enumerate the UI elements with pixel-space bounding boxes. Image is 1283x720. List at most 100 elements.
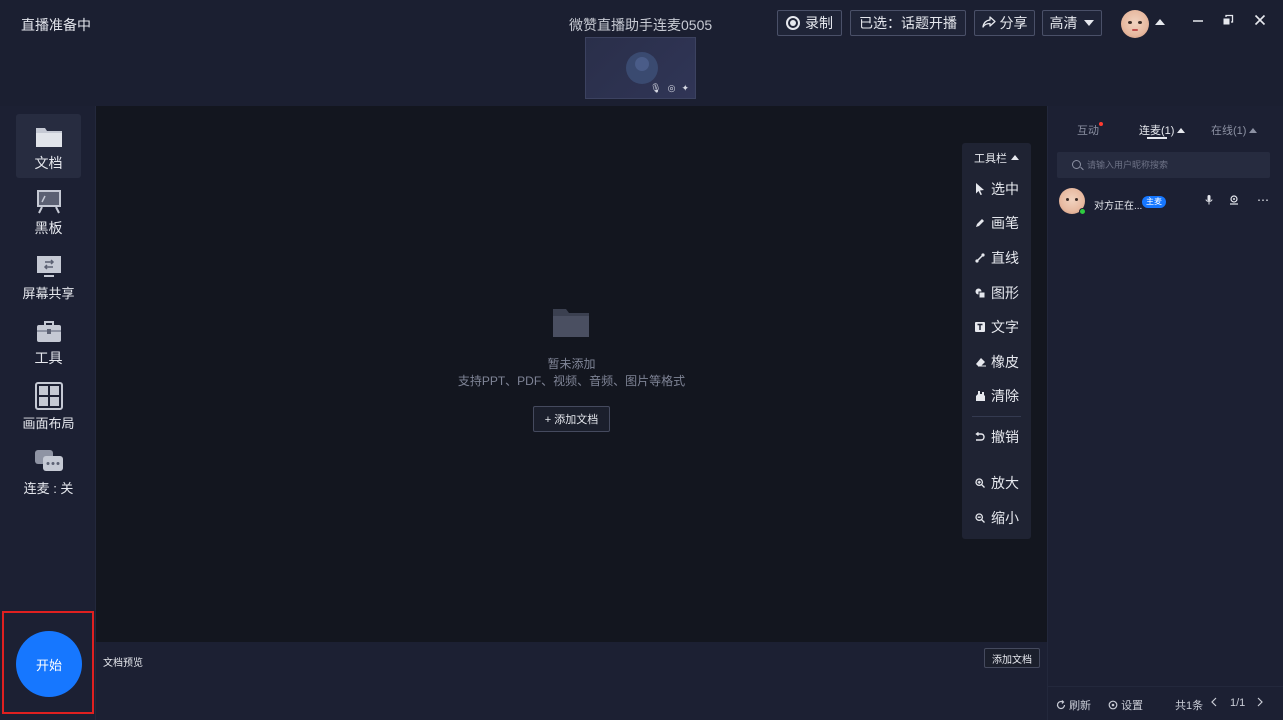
total-count: 共1条 [1175, 700, 1204, 712]
quality-dropdown[interactable]: 高清 [1042, 10, 1102, 36]
empty-state-title: 暂未添加 [547, 357, 596, 371]
close-button[interactable] [1250, 12, 1270, 32]
prev-page-button[interactable] [1211, 697, 1217, 710]
sidebar-item-layout[interactable]: 画面布局 [16, 374, 81, 438]
user-search-input[interactable] [1057, 152, 1270, 178]
document-canvas: 暂未添加 支持PPT、PDF、视频、音频、图片等格式 + 添加文档 [96, 106, 1047, 642]
tool-zoom-out[interactable]: 缩小 [962, 506, 1031, 530]
chat-bubble-icon [34, 450, 63, 471]
text-icon [974, 321, 986, 333]
camera-preview[interactable]: 🎙 ◎ ✦ [585, 37, 696, 99]
undo-icon [974, 431, 986, 443]
layout-icon [34, 382, 63, 410]
more-icon[interactable]: ⋯ [1257, 193, 1269, 207]
restore-button[interactable] [1218, 12, 1238, 32]
right-panel-footer: 刷新 设置 共1条 1/1 [1047, 686, 1283, 720]
sidebar-item-documents[interactable]: 文档 [16, 114, 81, 178]
user-name: 对方正在... [1094, 201, 1143, 212]
share-icon [981, 15, 996, 31]
tool-text[interactable]: 文字 [962, 315, 1031, 339]
gear-icon [1108, 700, 1118, 710]
caret-up-icon[interactable] [1155, 19, 1165, 25]
share-button[interactable]: 分享 [974, 10, 1035, 36]
tool-select[interactable]: 选中 [962, 177, 1031, 201]
drawing-toolbar: 工具栏 选中 画笔 直线 图形 文字 橡皮 清除 撤销 放大 缩小 [962, 143, 1031, 539]
user-avatar[interactable] [1121, 10, 1149, 38]
line-icon [974, 252, 986, 264]
page-indicator: 1/1 [1230, 697, 1246, 709]
zoom-in-icon [974, 477, 986, 489]
chevron-down-icon [1083, 20, 1094, 26]
tool-line[interactable]: 直线 [962, 246, 1031, 270]
settings-button[interactable]: 设置 [1108, 697, 1143, 713]
live-assistant-window: 直播准备中 微赞直播助手连麦0505 录制 已选：话题开播 分享 高清 🎙 ◎ … [0, 0, 1283, 720]
record-button[interactable]: 录制 [777, 10, 842, 36]
document-preview-label: 文档预览 [103, 658, 143, 669]
camera-icon[interactable] [1229, 195, 1239, 208]
tool-undo[interactable]: 撤销 [962, 425, 1031, 449]
toolbar-divider [972, 416, 1021, 417]
share-label: 分享 [999, 15, 1028, 31]
refresh-icon [1056, 700, 1066, 710]
role-badge: 主麦 [1142, 196, 1166, 208]
tab-co-host[interactable]: 连麦(1) [1139, 122, 1186, 138]
next-page-button[interactable] [1257, 697, 1263, 710]
camera-icon[interactable]: ◎ [668, 83, 676, 94]
screen-share-icon [36, 256, 61, 277]
record-icon [786, 16, 800, 30]
chevron-right-icon [1257, 697, 1263, 707]
tool-zoom-in[interactable]: 放大 [962, 471, 1031, 495]
tool-shape[interactable]: 图形 [962, 281, 1031, 305]
add-document-small-button[interactable]: 添加文档 [984, 648, 1040, 668]
microphone-icon[interactable]: 🎙 [650, 83, 661, 94]
shape-icon [974, 287, 986, 299]
tool-eraser[interactable]: 橡皮 [962, 350, 1031, 374]
selected-topic-button[interactable]: 已选：话题开播 [850, 10, 966, 36]
active-tab-indicator [1147, 137, 1167, 139]
pen-icon [974, 217, 986, 229]
add-document-button[interactable]: + 添加文档 [533, 406, 610, 432]
caret-up-icon [1249, 128, 1258, 133]
refresh-button[interactable]: 刷新 [1056, 697, 1091, 713]
list-item[interactable]: 对方正在... 主麦 ⋯ [1057, 186, 1273, 218]
window-title: 微赞直播助手连麦0505 [569, 17, 713, 33]
sidebar-item-screen-share[interactable]: 屏幕共享 [16, 244, 81, 308]
toolbar-header[interactable]: 工具栏 [962, 150, 1031, 166]
caret-up-icon [1177, 128, 1186, 133]
clear-icon [974, 390, 986, 402]
empty-folder-icon [553, 309, 589, 337]
tab-interaction[interactable]: 互动 [1077, 122, 1103, 138]
minimize-icon [1193, 20, 1203, 22]
selected-topic-label: 已选：话题开播 [859, 15, 957, 31]
sidebar-item-blackboard[interactable]: 黑板 [16, 179, 81, 243]
restore-icon [1223, 14, 1234, 25]
zoom-out-icon [974, 512, 986, 524]
tab-online[interactable]: 在线(1) [1211, 122, 1258, 138]
toolbox-icon [36, 321, 61, 342]
record-label: 录制 [805, 15, 833, 31]
start-live-button[interactable]: 开始 [16, 631, 82, 697]
cursor-icon [974, 183, 986, 195]
folder-icon [35, 128, 62, 147]
start-highlight: 开始 [2, 611, 94, 714]
camera-avatar [626, 52, 658, 84]
microphone-icon[interactable] [1205, 195, 1213, 208]
minimize-button[interactable] [1188, 12, 1208, 32]
blackboard-icon [36, 190, 61, 214]
online-status-dot [1079, 208, 1086, 215]
tool-pen[interactable]: 画笔 [962, 211, 1031, 235]
search-icon [1072, 160, 1081, 169]
quality-label: 高清 [1049, 15, 1078, 31]
eraser-icon [974, 356, 986, 368]
pin-icon[interactable]: ✦ [681, 83, 689, 94]
close-icon [1254, 14, 1266, 26]
sidebar-item-co-host[interactable]: 连麦 : 关 [16, 439, 81, 503]
chevron-left-icon [1211, 697, 1217, 707]
empty-state-hint: 支持PPT、PDF、视频、音频、图片等格式 [457, 374, 686, 388]
unread-dot [1099, 122, 1103, 126]
document-preview-strip: 文档预览 添加文档 [96, 642, 1047, 720]
live-status: 直播准备中 [21, 17, 91, 33]
sidebar-item-tools[interactable]: 工具 [16, 309, 81, 373]
caret-up-icon [1011, 155, 1019, 160]
tool-clear[interactable]: 清除 [962, 384, 1031, 408]
